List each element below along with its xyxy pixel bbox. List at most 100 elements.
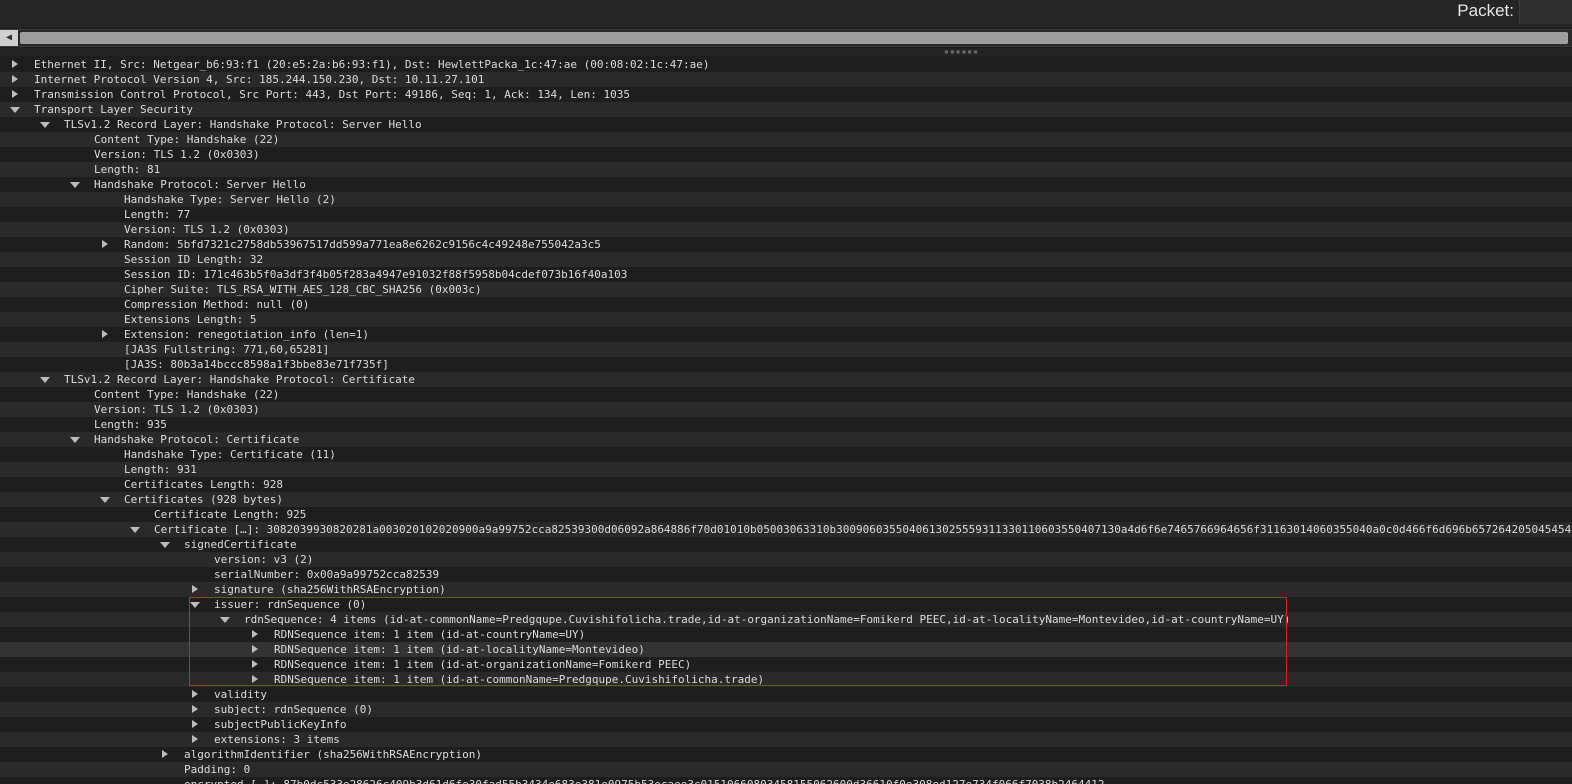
expanded-arrow-icon[interactable] [160, 542, 170, 548]
tree-row[interactable]: algorithmIdentifier (sha256WithRSAEncryp… [0, 747, 1572, 762]
tree-row[interactable]: Extensions Length: 5 [0, 312, 1572, 327]
expanded-arrow-icon[interactable] [130, 527, 140, 533]
tree-row[interactable]: Session ID: 171c463b5f0a3df3f4b05f283a49… [0, 267, 1572, 282]
tree-row[interactable]: issuer: rdnSequence (0) [0, 597, 1572, 612]
tree-row[interactable]: encrypted […]: 87b0dc533e28626c409b3d61d… [0, 777, 1572, 784]
tree-row[interactable]: extensions: 3 items [0, 732, 1572, 747]
tree-row[interactable]: Certificate Length: 925 [0, 507, 1572, 522]
tree-row-label: RDNSequence item: 1 item (id-at-locality… [274, 643, 645, 656]
collapsed-arrow-icon[interactable] [252, 660, 258, 668]
grip-icon[interactable]: ▪▪▪▪▪▪ [944, 48, 979, 56]
tree-row-label: Length: 931 [124, 463, 197, 476]
tree-row[interactable]: Handshake Protocol: Certificate [0, 432, 1572, 447]
collapsed-arrow-icon[interactable] [162, 750, 168, 758]
scrollbar-thumb[interactable] [20, 32, 1568, 44]
collapsed-arrow-icon[interactable] [102, 330, 108, 338]
packet-number-input[interactable] [1519, 0, 1572, 24]
tree-row[interactable]: TLSv1.2 Record Layer: Handshake Protocol… [0, 372, 1572, 387]
tree-row-label: extensions: 3 items [214, 733, 340, 746]
tree-row[interactable]: RDNSequence item: 1 item (id-at-locality… [0, 642, 1572, 657]
tree-row[interactable]: [JA3S: 80b3a14bccc8598a1f3bbe83e71f735f] [0, 357, 1572, 372]
tree-row[interactable]: subject: rdnSequence (0) [0, 702, 1572, 717]
left-arrow-icon[interactable]: ◀ [0, 30, 18, 46]
tree-row[interactable]: signature (sha256WithRSAEncryption) [0, 582, 1572, 597]
tree-row[interactable]: Certificate […]: 3082039930820281a003020… [0, 522, 1572, 537]
tree-row[interactable]: [JA3S Fullstring: 771,60,65281] [0, 342, 1572, 357]
tree-row-label: algorithmIdentifier (sha256WithRSAEncryp… [184, 748, 483, 761]
collapsed-arrow-icon[interactable] [252, 630, 258, 638]
tree-row[interactable]: Padding: 0 [0, 762, 1572, 777]
collapsed-arrow-icon[interactable] [102, 240, 108, 248]
tree-row[interactable]: Version: TLS 1.2 (0x0303) [0, 222, 1572, 237]
collapsed-arrow-icon[interactable] [192, 720, 198, 728]
tree-row-label: encrypted […]: 87b0dc533e28626c409b3d61d… [184, 777, 1124, 784]
tree-row[interactable]: Transport Layer Security [0, 102, 1572, 117]
tree-row[interactable]: Extension: renegotiation_info (len=1) [0, 327, 1572, 342]
horizontal-scrollbar[interactable]: ◀ [0, 29, 1572, 47]
collapsed-arrow-icon[interactable] [12, 75, 18, 83]
tree-row-label: Extensions Length: 5 [124, 313, 257, 326]
expanded-arrow-icon[interactable] [190, 602, 200, 608]
tree-row[interactable]: Handshake Type: Server Hello (2) [0, 192, 1572, 207]
tree-row[interactable]: Session ID Length: 32 [0, 252, 1572, 267]
tree-row[interactable]: Handshake Type: Certificate (11) [0, 447, 1572, 462]
tree-row[interactable]: Version: TLS 1.2 (0x0303) [0, 402, 1572, 417]
tree-row[interactable]: Internet Protocol Version 4, Src: 185.24… [0, 72, 1572, 87]
expanded-arrow-icon[interactable] [70, 182, 80, 188]
tree-row[interactable]: TLSv1.2 Record Layer: Handshake Protocol… [0, 117, 1572, 132]
tree-row[interactable]: serialNumber: 0x00a9a99752cca82539 [0, 567, 1572, 582]
tree-row-label: validity [214, 688, 267, 701]
expanded-arrow-icon[interactable] [100, 497, 110, 503]
tree-row[interactable]: Random: 5bfd7321c2758db53967517dd599a771… [0, 237, 1572, 252]
tree-row[interactable]: signedCertificate [0, 537, 1572, 552]
pane-splitter[interactable]: ▪▪▪▪▪▪ [0, 48, 1572, 56]
collapsed-arrow-icon[interactable] [192, 705, 198, 713]
tree-row[interactable]: subjectPublicKeyInfo [0, 717, 1572, 732]
collapsed-arrow-icon[interactable] [192, 585, 198, 593]
tree-row[interactable]: Length: 81 [0, 162, 1572, 177]
expanded-arrow-icon[interactable] [40, 377, 50, 383]
collapsed-arrow-icon[interactable] [252, 675, 258, 683]
collapsed-arrow-icon[interactable] [192, 690, 198, 698]
expanded-arrow-icon[interactable] [220, 617, 230, 623]
expanded-arrow-icon[interactable] [70, 437, 80, 443]
tree-row[interactable]: RDNSequence item: 1 item (id-at-commonNa… [0, 672, 1572, 687]
tree-row[interactable]: RDNSequence item: 1 item (id-at-countryN… [0, 627, 1572, 642]
tree-row[interactable]: Cipher Suite: TLS_RSA_WITH_AES_128_CBC_S… [0, 282, 1572, 297]
tree-row[interactable]: RDNSequence item: 1 item (id-at-organiza… [0, 657, 1572, 672]
collapsed-arrow-icon[interactable] [252, 645, 258, 653]
tree-row[interactable]: Version: TLS 1.2 (0x0303) [0, 147, 1572, 162]
tree-row[interactable]: version: v3 (2) [0, 552, 1572, 567]
tree-row[interactable]: Certificates (928 bytes) [0, 492, 1572, 507]
tree-row[interactable]: Content Type: Handshake (22) [0, 387, 1572, 402]
collapsed-arrow-icon[interactable] [192, 735, 198, 743]
expanded-arrow-icon[interactable] [40, 122, 50, 128]
tree-row-label: Padding: 0 [184, 763, 251, 776]
tree-row[interactable]: rdnSequence: 4 items (id-at-commonName=P… [0, 612, 1572, 627]
tree-row-label: Handshake Type: Certificate (11) [124, 448, 336, 461]
tree-row-label: version: v3 (2) [214, 553, 314, 566]
tree-row[interactable]: Content Type: Handshake (22) [0, 132, 1572, 147]
tree-row[interactable]: Handshake Protocol: Server Hello [0, 177, 1572, 192]
expanded-arrow-icon[interactable] [10, 107, 20, 113]
tree-row[interactable]: Transmission Control Protocol, Src Port:… [0, 87, 1572, 102]
collapsed-arrow-icon[interactable] [12, 60, 18, 68]
tree-row[interactable]: Compression Method: null (0) [0, 297, 1572, 312]
tree-row-label: Length: 77 [124, 208, 191, 221]
tree-row-label: Content Type: Handshake (22) [94, 133, 280, 146]
tree-row[interactable]: validity [0, 687, 1572, 702]
tree-row[interactable]: Certificates Length: 928 [0, 477, 1572, 492]
tree-row[interactable]: Length: 931 [0, 462, 1572, 477]
tree-row[interactable]: Length: 77 [0, 207, 1572, 222]
tree-row[interactable]: Ethernet II, Src: Netgear_b6:93:f1 (20:e… [0, 57, 1572, 72]
tree-row[interactable]: Length: 935 [0, 417, 1572, 432]
collapsed-arrow-icon[interactable] [12, 90, 18, 98]
